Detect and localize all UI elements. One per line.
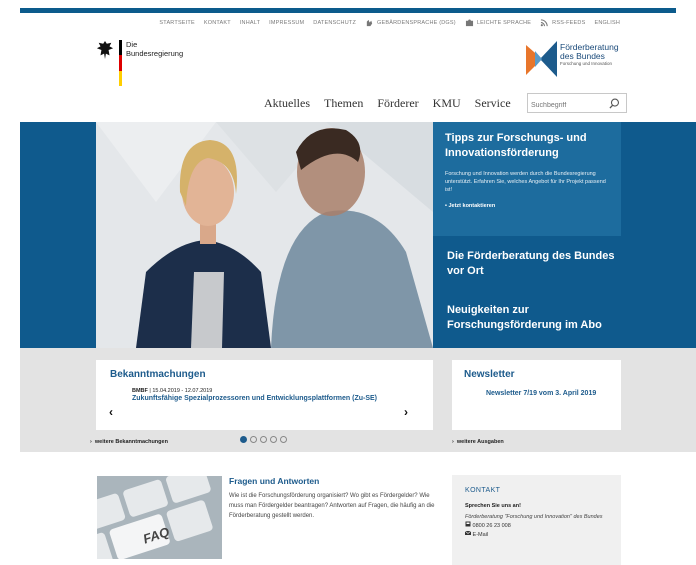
meta-link-english[interactable]: ENGLISH [594, 20, 620, 26]
meta-link-startseite[interactable]: STARTSEITE [159, 20, 194, 26]
main-navigation: Aktuelles Themen Förderer KMU Service [264, 96, 511, 111]
foerderberatung-logo[interactable]: Förderberatung des Bundes Forschung und … [526, 41, 619, 77]
hero-photo-illustration [96, 122, 433, 348]
weitere-bekanntmachungen-link[interactable]: › weitere Bekanntmachungen [90, 439, 168, 445]
meta-navigation: STARTSEITE KONTAKT INHALT IMPRESSUM DATE… [159, 19, 620, 27]
newsletter-heading: Newsletter [464, 369, 515, 380]
kontakt-phone[interactable]: 0800 26 23 008 [465, 521, 608, 530]
nav-kmu[interactable]: KMU [433, 96, 461, 111]
search-box [527, 93, 627, 115]
weitere-ausgaben-link[interactable]: › weitere Ausgaben [452, 439, 504, 445]
kontakt-heading: KONTAKT [465, 487, 501, 494]
bekanntmachung-title-link[interactable]: Zukunftsfähige Spezialprozessoren und En… [132, 394, 402, 403]
bundesregierung-wordmark: Die Bundesregierung [126, 40, 184, 58]
carousel-next-icon[interactable]: › [404, 405, 408, 419]
hero-link-vor-ort[interactable]: Die Förderberatung des Bundes vor Ort [447, 249, 617, 279]
rss-icon [540, 19, 548, 27]
carousel-dots [240, 436, 287, 443]
nav-themen[interactable]: Themen [324, 96, 363, 111]
bekanntmachungen-card: Bekanntmachungen BMBF | 15.04.2019 - 12.… [96, 360, 433, 430]
hero-tips-title: Tipps zur Forschungs- und Innovationsför… [445, 132, 587, 159]
hero-link-abo[interactable]: Neuigkeiten zur Forschungsförderung im A… [447, 303, 617, 333]
meta-link-leichte-sprache[interactable]: LEICHTE SPRACHE [465, 19, 531, 27]
faq-text: Wie ist die Forschungsförderung organisi… [229, 493, 435, 519]
hero-photo [96, 122, 433, 348]
nav-foerderer[interactable]: Förderer [377, 96, 418, 111]
easy-language-icon [465, 19, 473, 27]
carousel-dot[interactable] [270, 436, 277, 443]
email-icon [464, 530, 472, 535]
search-input[interactable] [531, 96, 605, 115]
foerderberatung-mark-icon [526, 41, 557, 77]
hero-tips-text: Forschung und Innovation werden durch di… [445, 171, 606, 193]
nav-service[interactable]: Service [475, 96, 511, 111]
carousel-dot[interactable] [260, 436, 267, 443]
nav-aktuelles[interactable]: Aktuelles [264, 96, 310, 111]
faq-teaser: Fragen und Antworten Wie ist die Forschu… [229, 476, 439, 521]
kontakt-email-link[interactable]: E-Mail [464, 530, 608, 539]
carousel-dot[interactable] [250, 436, 257, 443]
meta-link-rss-feeds[interactable]: RSS-FEEDS [540, 19, 585, 27]
meta-link-kontakt[interactable]: KONTAKT [204, 20, 231, 26]
sign-language-icon [366, 19, 373, 27]
carousel-dot[interactable] [280, 436, 287, 443]
faq-keyboard-illustration: FAQ [97, 476, 222, 559]
newsletter-item-link[interactable]: Newsletter 7/19 vom 3. April 2019 [486, 389, 609, 398]
carousel-dot[interactable] [240, 436, 247, 443]
meta-link-inhalt[interactable]: INHALT [240, 20, 260, 26]
search-icon[interactable] [609, 98, 620, 109]
kontakt-subheading: Sprechen Sie uns an! [465, 503, 521, 509]
bekanntmachungen-heading: Bekanntmachungen [110, 369, 206, 380]
top-accent-bar [20, 8, 676, 13]
bundesregierung-logo[interactable]: Die Bundesregierung [96, 40, 183, 86]
german-flag-stripe [119, 40, 122, 86]
kontakt-organisation: Förderberatung "Forschung und Innovation… [465, 514, 603, 520]
newsletter-card: Newsletter Newsletter 7/19 vom 3. April … [452, 360, 621, 430]
hero-section: Tipps zur Forschungs- und Innovationsför… [20, 122, 696, 348]
hero-tips-box[interactable]: Tipps zur Forschungs- und Innovationsför… [433, 122, 621, 236]
faq-heading-link[interactable]: Fragen und Antworten [229, 476, 439, 486]
carousel-prev-icon[interactable]: ‹ [109, 405, 113, 419]
meta-link-datenschutz[interactable]: DATENSCHUTZ [313, 20, 356, 26]
meta-link-impressum[interactable]: IMPRESSUM [269, 20, 304, 26]
foerderberatung-wordmark: Förderberatung des Bundes Forschung und … [560, 42, 619, 67]
faq-image[interactable]: FAQ [97, 476, 222, 559]
phone-icon [465, 521, 471, 527]
meta-link-gebaerdensprache[interactable]: GEBÄRDENSPRACHE (DGS) [365, 19, 456, 27]
federal-eagle-icon [96, 41, 114, 59]
teaser-band: Bekanntmachungen BMBF | 15.04.2019 - 12.… [20, 348, 696, 452]
kontakt-box: KONTAKT Sprechen Sie uns an! Förderberat… [452, 475, 621, 565]
hero-contact-link[interactable]: • Jetzt kontaktieren [445, 203, 495, 209]
